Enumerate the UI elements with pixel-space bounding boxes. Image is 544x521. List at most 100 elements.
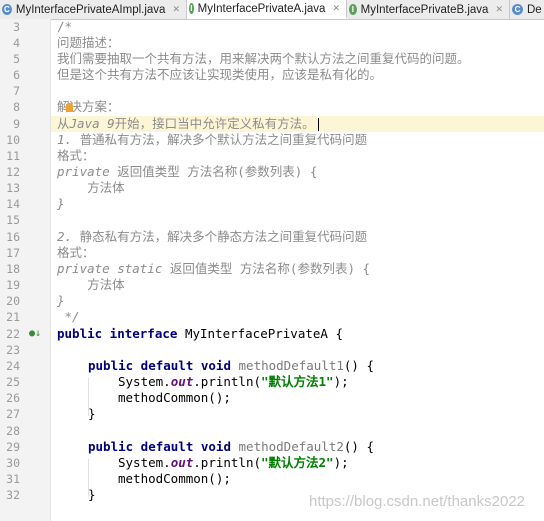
line-number: 31	[6, 472, 20, 486]
code-text: }	[88, 406, 96, 421]
code-lines[interactable]: 3 /* 4 问题描述： 5 我们需要抽取一个共有方法，用来解决两个默认方法之间重复代…	[0, 19, 544, 521]
class-file-icon: C	[512, 4, 523, 15]
punctuation: () {	[343, 358, 374, 373]
code-line: 23	[0, 342, 544, 358]
code-line: 14}	[0, 196, 544, 212]
line-number: 11	[6, 149, 20, 163]
comment-segment: 静态私有方法，解决多个静态方法之间重复代码问题	[79, 229, 368, 244]
code-line: 21 */	[0, 309, 544, 325]
line-number: 17	[6, 246, 20, 260]
implemented-marker-icon[interactable]: ●↓	[29, 326, 41, 342]
code-line: 11 格式：	[0, 148, 544, 164]
code-text: System.out.println("默认方法1");	[118, 374, 349, 390]
identifier: .println(	[193, 455, 261, 470]
line-number: 3	[13, 20, 20, 34]
tab-label: De	[527, 3, 542, 16]
field-name: out	[170, 374, 194, 389]
comment-segment: 从	[57, 116, 70, 131]
interface-file-icon: C	[2, 4, 12, 15]
text-caret	[317, 118, 319, 131]
line-number: 28	[6, 424, 20, 438]
comment-text: 1. 普通私有方法，解决多个默认方法之间重复代码问题	[57, 132, 367, 148]
method-name: methodDefault2	[238, 439, 344, 454]
code-line: 20}	[0, 293, 544, 309]
tab-my-interface-private-a-impl[interactable]: C MyInterfacePrivateAImpl.java ✕	[0, 0, 187, 19]
code-line: 22 ●↓ public interface MyInterfacePrivateA…	[0, 326, 544, 342]
line-number: 24	[6, 359, 20, 373]
comment-text: 格式：	[57, 245, 95, 260]
comment-text: }	[57, 293, 65, 308]
watermark: https://blog.csdn.net/thanks2022	[309, 493, 525, 510]
string-literal: "默认方法1"	[261, 374, 334, 389]
string-literal: "默认方法2"	[261, 455, 334, 470]
keyword: public default void	[88, 358, 239, 373]
code-line: 24 public default void methodDefault1() {	[0, 358, 544, 374]
interface-file-icon: I	[349, 4, 357, 15]
comment-segment: 返回值类型 方法名称(参数列表) {	[117, 164, 318, 179]
code-line: 27}	[0, 406, 544, 422]
comment-text: 格式：	[57, 148, 95, 163]
code-line: 13 方法体	[0, 180, 544, 196]
comment-segment-italic: Java 9	[69, 116, 115, 131]
code-line: 19 方法体	[0, 277, 544, 293]
tab-my-interface-private-b[interactable]: I MyInterfacePrivateB.java ✕	[347, 0, 510, 19]
code-line: 5 我们需要抽取一个共有方法，用来解决两个默认方法之间重复代码的问题。	[0, 51, 544, 67]
line-number: 13	[6, 181, 20, 195]
line-number: 25	[6, 375, 20, 389]
comment-segment: 返回值类型 方法名称(参数列表) {	[169, 261, 371, 276]
keyword: public default void	[88, 439, 239, 454]
identifier: MyInterfacePrivateA {	[184, 326, 343, 341]
code-line: 7	[0, 83, 544, 99]
comment-text: 方法体	[57, 277, 125, 292]
line-number: 7	[13, 84, 20, 98]
editor-tab-bar: C MyInterfacePrivateAImpl.java ✕ I MyInt…	[0, 0, 544, 20]
punctuation: );	[333, 374, 349, 389]
code-text: methodCommon();	[118, 471, 231, 486]
comment-text: 方法体	[57, 180, 125, 195]
line-number: 15	[6, 213, 20, 227]
code-line: 18 private static 返回值类型 方法名称(参数列表) {	[0, 261, 544, 277]
line-number: 23	[6, 343, 20, 357]
comment-text: 问题描述：	[57, 35, 120, 50]
code-line: 17 格式：	[0, 245, 544, 261]
interface-file-icon: I	[189, 3, 194, 14]
identifier: .println(	[193, 374, 261, 389]
lightbulb-icon[interactable]	[66, 103, 73, 112]
comment-text: /*	[57, 19, 73, 34]
comment-text: 但是这个共有方法不应该让实现类使用，应该是私有化的。	[57, 67, 383, 82]
comment-text: 我们需要抽取一个共有方法，用来解决两个默认方法之间重复代码的问题。	[57, 51, 470, 66]
comment-text: 从Java 9开始，接口当中允许定义私有方法。	[57, 116, 319, 132]
comment-segment-italic: private static	[57, 261, 170, 276]
code-line: 25 System.out.println("默认方法1");	[0, 374, 544, 390]
punctuation: );	[333, 455, 349, 470]
close-icon[interactable]: ✕	[332, 3, 340, 14]
line-number: 8	[13, 100, 20, 114]
comment-segment-italic: private	[57, 164, 118, 179]
code-line: 28	[0, 423, 544, 439]
field-name: out	[170, 455, 194, 470]
line-number: 12	[6, 165, 20, 179]
code-line: 29 public default void methodDefault2() {	[0, 439, 544, 455]
comment-segment-italic: 2.	[57, 229, 80, 244]
comment-text: }	[57, 196, 65, 211]
tab-de[interactable]: C De	[510, 0, 544, 19]
close-icon[interactable]: ✕	[172, 4, 180, 15]
comment-text: private 返回值类型 方法名称(参数列表) {	[57, 164, 317, 180]
code-line: 8 解决方案：	[0, 99, 544, 115]
line-number: 30	[6, 456, 20, 470]
code-line-current: 9 从Java 9开始，接口当中允许定义私有方法。	[0, 116, 544, 132]
tab-my-interface-private-a[interactable]: I MyInterfacePrivateA.java ✕	[187, 0, 347, 19]
line-number: 6	[13, 68, 20, 82]
line-number: 21	[6, 310, 20, 324]
code-line: 3 /*	[0, 19, 544, 35]
identifier: System.	[118, 374, 171, 389]
close-icon[interactable]: ✕	[495, 4, 503, 15]
code-line: 26 methodCommon();	[0, 390, 544, 406]
line-number: 22	[6, 327, 20, 341]
method-name: methodDefault1	[238, 358, 344, 373]
keyword: public interface	[57, 326, 185, 341]
code-text: }	[88, 487, 96, 502]
line-number: 5	[13, 52, 20, 66]
line-number: 16	[6, 230, 20, 244]
line-number: 14	[6, 197, 20, 211]
